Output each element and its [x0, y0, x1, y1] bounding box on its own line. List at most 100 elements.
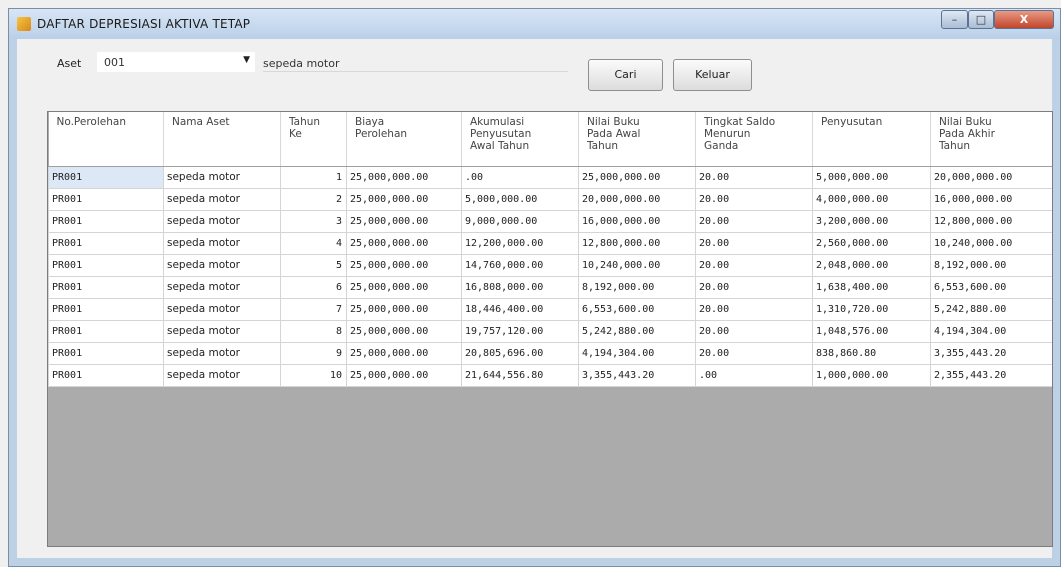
- table-cell[interactable]: PR001: [48, 231, 164, 255]
- table-row[interactable]: PR001 sepeda motor 6 25,000,000.00 16,808,00…: [48, 275, 1052, 299]
- table-row[interactable]: PR001 sepeda motor 8 25,000,000.00 19,757,12…: [48, 319, 1052, 343]
- table-cell[interactable]: 8: [280, 319, 347, 343]
- table-cell[interactable]: 19,757,120.00: [461, 319, 579, 343]
- table-cell[interactable]: PR001: [48, 165, 164, 189]
- table-cell[interactable]: 25,000,000.00: [346, 231, 462, 255]
- table-cell[interactable]: 7: [280, 297, 347, 321]
- table-cell[interactable]: 14,760,000.00: [461, 253, 579, 277]
- table-row[interactable]: PR001 sepeda motor 9 25,000,000.00 20,805,69…: [48, 341, 1052, 365]
- table-cell[interactable]: PR001: [48, 275, 164, 299]
- table-cell[interactable]: 3,200,000.00: [812, 209, 931, 233]
- aset-dropdown[interactable]: 001 ▼: [97, 52, 255, 72]
- table-cell[interactable]: 25,000,000.00: [346, 253, 462, 277]
- table-cell[interactable]: 25,000,000.00: [346, 209, 462, 233]
- table-cell[interactable]: PR001: [48, 363, 164, 387]
- table-cell[interactable]: 6,553,600.00: [930, 275, 1052, 299]
- table-row[interactable]: PR001 sepeda motor 4 25,000,000.00 12,200,00…: [48, 231, 1052, 255]
- table-cell[interactable]: 3,355,443.20: [930, 341, 1052, 365]
- column-header[interactable]: Penyusutan: [812, 112, 931, 167]
- table-cell[interactable]: 20.00: [695, 187, 813, 211]
- table-cell[interactable]: 4,194,304.00: [578, 341, 696, 365]
- table-cell[interactable]: 25,000,000.00: [346, 319, 462, 343]
- table-cell[interactable]: sepeda motor: [163, 231, 281, 255]
- table-cell[interactable]: 25,000,000.00: [578, 165, 696, 189]
- table-cell[interactable]: 20,805,696.00: [461, 341, 579, 365]
- table-cell[interactable]: sepeda motor: [163, 363, 281, 387]
- table-cell[interactable]: 4,194,304.00: [930, 319, 1052, 343]
- table-cell[interactable]: 3,355,443.20: [578, 363, 696, 387]
- table-cell[interactable]: sepeda motor: [163, 341, 281, 365]
- maximize-button[interactable]: □: [968, 10, 994, 29]
- table-cell[interactable]: 838,860.80: [812, 341, 931, 365]
- table-cell[interactable]: PR001: [48, 253, 164, 277]
- table-cell[interactable]: 8,192,000.00: [930, 253, 1052, 277]
- table-cell[interactable]: 21,644,556.80: [461, 363, 579, 387]
- table-row[interactable]: PR001 sepeda motor 1 25,000,000.00.00 25,000…: [48, 165, 1052, 189]
- cari-button[interactable]: Cari: [588, 59, 663, 91]
- column-header[interactable]: Nama Aset: [163, 112, 281, 167]
- table-cell[interactable]: 1: [280, 165, 347, 189]
- table-cell[interactable]: 2,560,000.00: [812, 231, 931, 255]
- table-cell[interactable]: 4: [280, 231, 347, 255]
- column-header[interactable]: Akumulasi Penyusutan Awal Tahun: [461, 112, 579, 167]
- table-cell[interactable]: sepeda motor: [163, 165, 281, 189]
- table-cell[interactable]: 20.00: [695, 319, 813, 343]
- table-cell[interactable]: sepeda motor: [163, 275, 281, 299]
- table-cell[interactable]: 12,200,000.00: [461, 231, 579, 255]
- table-cell[interactable]: 10,240,000.00: [578, 253, 696, 277]
- table-cell[interactable]: sepeda motor: [163, 253, 281, 277]
- table-cell[interactable]: PR001: [48, 297, 164, 321]
- table-cell[interactable]: sepeda motor: [163, 319, 281, 343]
- column-header[interactable]: Nilai Buku Pada Akhir Tahun: [930, 112, 1052, 167]
- table-cell[interactable]: 20.00: [695, 165, 813, 189]
- table-cell[interactable]: 1,000,000.00: [812, 363, 931, 387]
- table-cell[interactable]: 10,240,000.00: [930, 231, 1052, 255]
- table-cell[interactable]: 5,000,000.00: [812, 165, 931, 189]
- table-cell[interactable]: 20.00: [695, 231, 813, 255]
- table-row[interactable]: PR001 sepeda motor 10 25,000,000.00 21,644,5…: [48, 363, 1052, 387]
- title-bar[interactable]: DAFTAR DEPRESIASI AKTIVA TETAP – □ X: [9, 9, 1060, 39]
- table-cell[interactable]: 10: [280, 363, 347, 387]
- table-cell[interactable]: 20.00: [695, 341, 813, 365]
- table-cell[interactable]: 16,000,000.00: [578, 209, 696, 233]
- table-cell[interactable]: PR001: [48, 319, 164, 343]
- depreciation-grid[interactable]: No.Perolehan Nama Aset Tahun Ke Biaya Pe…: [47, 111, 1053, 547]
- table-cell[interactable]: 3: [280, 209, 347, 233]
- table-cell[interactable]: sepeda motor: [163, 209, 281, 233]
- table-cell[interactable]: 16,808,000.00: [461, 275, 579, 299]
- table-cell[interactable]: 25,000,000.00: [346, 363, 462, 387]
- minimize-button[interactable]: –: [941, 10, 968, 29]
- column-header[interactable]: No.Perolehan: [48, 112, 164, 167]
- table-cell[interactable]: 9: [280, 341, 347, 365]
- table-cell[interactable]: 25,000,000.00: [346, 165, 462, 189]
- chevron-down-icon[interactable]: ▼: [243, 55, 250, 65]
- table-cell[interactable]: 20.00: [695, 297, 813, 321]
- table-cell[interactable]: 20.00: [695, 209, 813, 233]
- table-cell[interactable]: 1,048,576.00: [812, 319, 931, 343]
- table-cell[interactable]: 5,242,880.00: [578, 319, 696, 343]
- keluar-button[interactable]: Keluar: [673, 59, 752, 91]
- table-cell[interactable]: 25,000,000.00: [346, 275, 462, 299]
- table-cell[interactable]: PR001: [48, 187, 164, 211]
- table-cell[interactable]: 6: [280, 275, 347, 299]
- table-cell[interactable]: .00: [695, 363, 813, 387]
- table-cell[interactable]: 5,242,880.00: [930, 297, 1052, 321]
- table-cell[interactable]: 16,000,000.00: [930, 187, 1052, 211]
- table-cell[interactable]: 1,638,400.00: [812, 275, 931, 299]
- table-cell[interactable]: 18,446,400.00: [461, 297, 579, 321]
- table-cell[interactable]: 25,000,000.00: [346, 341, 462, 365]
- table-cell[interactable]: 12,800,000.00: [930, 209, 1052, 233]
- table-row[interactable]: PR001 sepeda motor 7 25,000,000.00 18,446,40…: [48, 297, 1052, 321]
- table-row[interactable]: PR001 sepeda motor 2 25,000,000.00 5,000,000…: [48, 187, 1052, 211]
- table-cell[interactable]: 6,553,600.00: [578, 297, 696, 321]
- column-header[interactable]: Nilai Buku Pada Awal Tahun: [578, 112, 696, 167]
- table-cell[interactable]: 25,000,000.00: [346, 297, 462, 321]
- table-cell[interactable]: 25,000,000.00: [346, 187, 462, 211]
- table-cell[interactable]: 2,048,000.00: [812, 253, 931, 277]
- close-button[interactable]: X: [994, 10, 1054, 29]
- column-header[interactable]: Tingkat Saldo Menurun Ganda: [695, 112, 813, 167]
- table-cell[interactable]: 20,000,000.00: [578, 187, 696, 211]
- table-cell[interactable]: 2,355,443.20: [930, 363, 1052, 387]
- table-cell[interactable]: 4,000,000.00: [812, 187, 931, 211]
- table-cell[interactable]: sepeda motor: [163, 297, 281, 321]
